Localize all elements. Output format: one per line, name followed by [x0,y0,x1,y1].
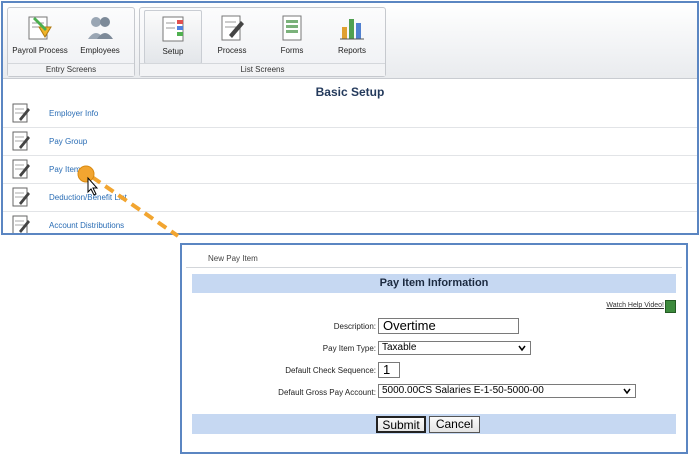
new-pay-item-dialog: New Pay Item Pay Item Information Watch … [180,243,688,454]
pay-item-type-label: Pay Item Type: [322,344,376,353]
chevron-down-icon [518,345,526,352]
cancel-button[interactable]: Cancel [429,416,480,433]
default-check-sequence-input[interactable]: 1 [378,362,400,378]
submit-button[interactable]: Submit [376,416,426,433]
pay-item-type-select[interactable]: Taxable [378,341,531,355]
default-gross-pay-account-label: Default Gross Pay Account: [278,388,376,397]
description-input[interactable]: Overtime [378,318,519,334]
description-label: Description: [333,322,376,331]
default-check-sequence-label: Default Check Sequence: [285,366,376,375]
pay-item-type-value: Taxable [382,342,417,353]
pay-item-information-header: Pay Item Information [192,274,676,293]
dialog-divider [186,267,682,268]
callout-dot [77,165,95,183]
gross-pay-account-value: 5000.00CS Salaries E-1-50-5000-00 [382,385,544,396]
chevron-down-icon [623,388,631,395]
callout-dashed-line [90,175,180,238]
watch-help-video-link[interactable]: Watch Help Video! [606,302,664,309]
film-icon[interactable] [665,300,676,313]
default-gross-pay-account-select[interactable]: 5000.00CS Salaries E-1-50-5000-00 [378,384,636,398]
dialog-title: New Pay Item [208,254,258,263]
